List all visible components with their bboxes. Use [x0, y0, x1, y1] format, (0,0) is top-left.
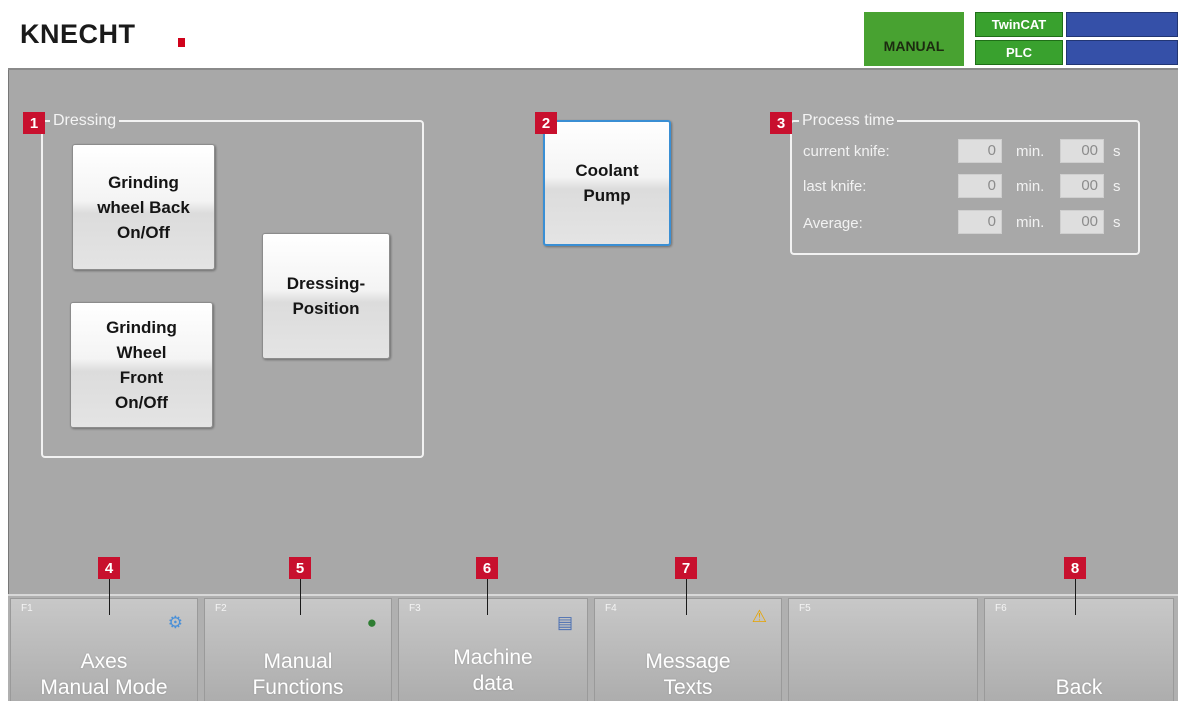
brand-logo: KNECHT	[20, 19, 136, 49]
last-knife-minutes: 0	[958, 174, 1002, 198]
f6-label: Back	[1055, 676, 1103, 699]
marker-2: 2	[535, 112, 557, 134]
dressing-group-title: Dressing	[50, 112, 120, 130]
dressing-position-label: Dressing- Position	[286, 274, 366, 318]
f4-message-texts-button[interactable]: F4 ⚠ Message Texts	[594, 598, 782, 701]
f4-key-label: F4	[605, 603, 617, 614]
grinding-wheel-back-label: Grinding wheel Back On/Off	[97, 172, 190, 242]
logo-red-mark	[178, 38, 185, 47]
f3-label: Machine data	[453, 646, 533, 695]
marker-5: 5	[289, 557, 311, 579]
f2-manual-functions-button[interactable]: F2 ● Manual Functions	[204, 598, 392, 701]
last-knife-sec-unit: s	[1113, 178, 1121, 195]
marker-4: 4	[98, 557, 120, 579]
process-time-title: Process time	[799, 112, 898, 130]
twincat-status: TwinCAT	[975, 12, 1063, 37]
marker-5-leader	[300, 579, 301, 615]
marker-8-leader	[1075, 579, 1076, 615]
average-seconds: 00	[1060, 210, 1104, 234]
gear-icon: ⚙	[167, 613, 183, 632]
f3-key-label: F3	[409, 603, 421, 614]
coolant-pump-button[interactable]: Coolant Pump	[543, 120, 671, 246]
f2-label: Manual Functions	[252, 650, 344, 699]
marker-1: 1	[23, 112, 45, 134]
dressing-position-button[interactable]: Dressing- Position	[262, 233, 390, 359]
f2-key-label: F2	[215, 603, 227, 614]
marker-7-leader	[686, 579, 687, 615]
marker-7: 7	[675, 557, 697, 579]
average-sec-unit: s	[1113, 214, 1121, 231]
average-label: Average:	[803, 214, 863, 232]
f1-label: Axes Manual Mode	[40, 650, 168, 699]
last-knife-seconds: 00	[1060, 174, 1104, 198]
status-field-2	[1066, 40, 1178, 65]
last-knife-min-unit: min.	[1016, 178, 1045, 195]
mode-indicator: MANUAL	[864, 12, 964, 66]
f5-button[interactable]: F5	[788, 598, 978, 701]
marker-4-leader	[109, 579, 110, 615]
f6-back-button[interactable]: F6 Back	[984, 598, 1174, 701]
status-field-1	[1066, 12, 1178, 37]
grinding-wheel-front-label: Grinding Wheel Front On/Off	[106, 318, 177, 412]
last-knife-label: last knife:	[803, 177, 867, 195]
f3-machine-data-button[interactable]: F3 ▤ Machine data	[398, 598, 588, 701]
f4-label: Message Texts	[645, 650, 731, 699]
f1-key-label: F1	[21, 603, 33, 614]
grinding-wheel-front-button[interactable]: Grinding Wheel Front On/Off	[70, 302, 213, 428]
person-icon: ●	[366, 613, 377, 632]
marker-6-leader	[487, 579, 488, 615]
coolant-pump-label: Coolant Pump	[575, 161, 639, 205]
warning-icon: ⚠	[751, 607, 767, 626]
average-min-unit: min.	[1016, 214, 1045, 231]
plc-status: PLC	[975, 40, 1063, 65]
average-minutes: 0	[958, 210, 1002, 234]
f1-axes-manual-mode-button[interactable]: F1 ⚙ Axes Manual Mode	[10, 598, 198, 701]
document-icon: ▤	[556, 613, 573, 632]
marker-8: 8	[1064, 557, 1086, 579]
current-knife-seconds: 00	[1060, 139, 1104, 163]
current-knife-minutes: 0	[958, 139, 1002, 163]
current-knife-label: current knife:	[803, 142, 890, 160]
f5-key-label: F5	[799, 603, 811, 614]
marker-3: 3	[770, 112, 792, 134]
f6-key-label: F6	[995, 603, 1007, 614]
grinding-wheel-back-button[interactable]: Grinding wheel Back On/Off	[72, 144, 215, 270]
current-knife-sec-unit: s	[1113, 143, 1121, 160]
marker-6: 6	[476, 557, 498, 579]
current-knife-min-unit: min.	[1016, 143, 1045, 160]
